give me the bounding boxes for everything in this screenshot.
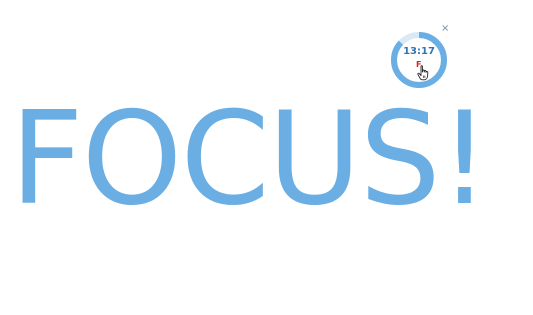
timer-time-display: 13:17 <box>403 46 435 57</box>
app-window: FOCUS! 13:17 F × <box>0 0 533 315</box>
hand-pointer-icon <box>417 65 429 81</box>
close-button[interactable]: × <box>441 24 450 34</box>
timer-widget[interactable]: 13:17 F <box>388 29 450 91</box>
focus-message: FOCUS! <box>10 85 490 234</box>
